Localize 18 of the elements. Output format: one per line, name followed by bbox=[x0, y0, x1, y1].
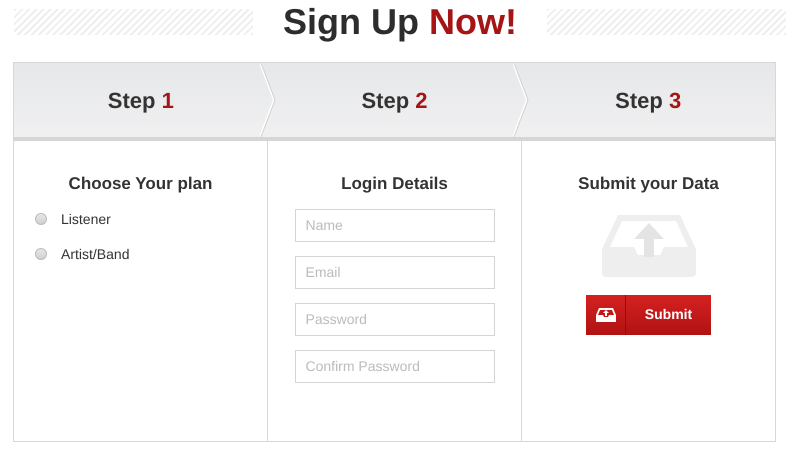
upload-tray-icon bbox=[594, 306, 616, 322]
upload-tray-icon bbox=[600, 212, 698, 278]
section-heading: Choose Your plan bbox=[68, 173, 214, 195]
input-field[interactable]: Confirm Password bbox=[294, 350, 494, 382]
step-label: Step 1 bbox=[108, 86, 174, 115]
input-field[interactable]: Email bbox=[294, 256, 494, 288]
page-title: Sign Up Now! bbox=[283, 4, 517, 40]
radio-label: Artist/Band bbox=[61, 244, 130, 264]
submit-button[interactable]: Submit bbox=[586, 294, 711, 334]
input-field[interactable]: Password bbox=[294, 302, 494, 336]
section-heading: Submit your Data bbox=[578, 173, 719, 195]
step-label: Step 3 bbox=[615, 86, 682, 115]
radio-label: Listener bbox=[61, 210, 111, 228]
radio-button[interactable] bbox=[35, 248, 47, 260]
input-field[interactable]: Name bbox=[294, 208, 494, 242]
radio-button[interactable] bbox=[35, 213, 47, 225]
step-label: Step 2 bbox=[361, 86, 428, 115]
section-heading: Login Details bbox=[340, 173, 449, 195]
